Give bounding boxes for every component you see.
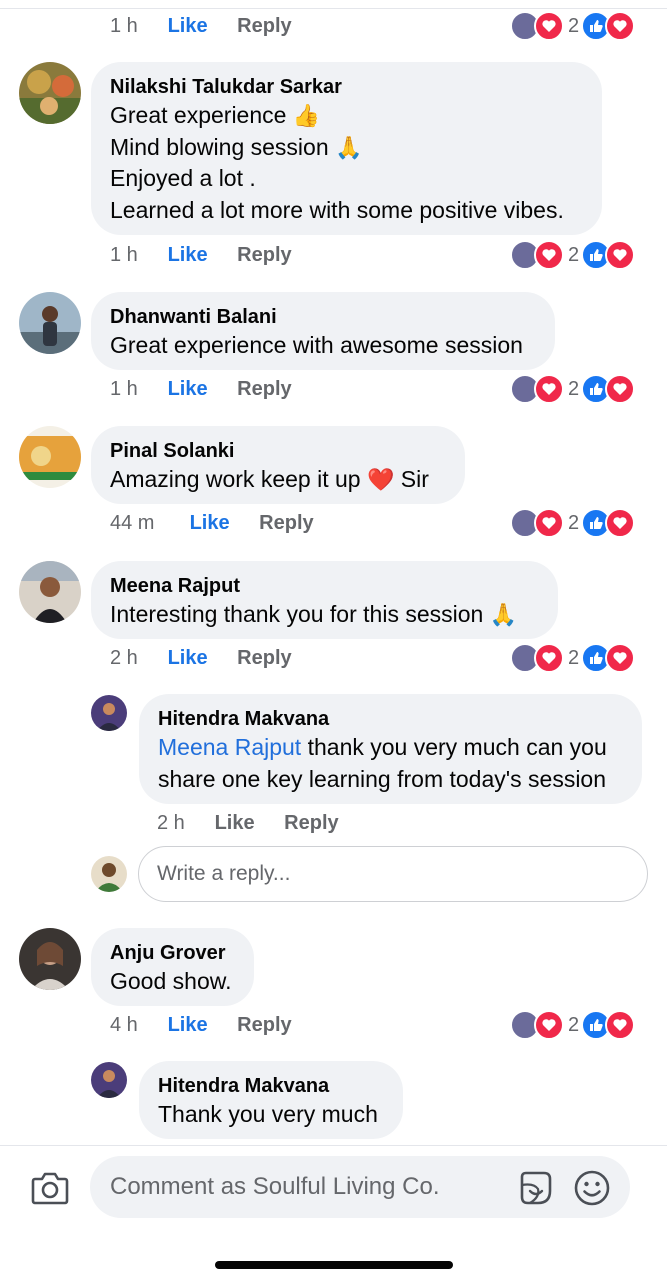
reply-bubble: Hitendra Makvana Thank you very much xyxy=(139,1061,403,1139)
comment-meta: 4 h Like Reply xyxy=(110,1013,292,1037)
commenter-name[interactable]: Anju Grover xyxy=(110,940,234,966)
commenter-name[interactable]: Hitendra Makvana xyxy=(158,1073,383,1099)
comment-meta: 44 m Like Reply xyxy=(110,511,314,535)
camera-icon[interactable] xyxy=(30,1170,70,1206)
comment-bubble: Meena Rajput Interesting thank you for t… xyxy=(91,561,558,639)
reply-link[interactable]: Reply xyxy=(237,646,291,670)
reaction-count: 2 xyxy=(568,14,580,37)
avatar[interactable] xyxy=(91,695,127,731)
love-reaction-icon xyxy=(534,1010,564,1040)
love-reaction-icon xyxy=(605,508,636,538)
comment-time: 1 h xyxy=(110,15,138,37)
red-heart-emoji: ❤️ xyxy=(366,467,395,492)
comment-bubble: Anju Grover Good show. xyxy=(91,928,254,1006)
love-reaction-icon xyxy=(534,508,564,538)
comment-meta: 1 h Like Reply xyxy=(110,14,292,38)
reply-bubble: Hitendra Makvana Meena Rajput thank you … xyxy=(139,694,642,804)
comment-text: Good show. xyxy=(110,968,232,994)
reaction-summary[interactable]: 2 xyxy=(510,240,636,270)
comment-text: Great experience with awesome session xyxy=(110,332,523,358)
reply-link[interactable]: Reply xyxy=(284,811,338,835)
love-reaction-icon xyxy=(605,11,636,41)
comment-text: Interesting thank you for this session 🙏 xyxy=(110,601,518,627)
sticker-icon[interactable] xyxy=(516,1169,556,1207)
like-link[interactable]: Like xyxy=(190,511,230,535)
reply-link[interactable]: Reply xyxy=(237,377,291,401)
comment-meta: 1 h Like Reply xyxy=(110,243,292,267)
reaction-count: 2 xyxy=(568,511,580,534)
avatar[interactable] xyxy=(91,1062,127,1098)
reaction-count: 2 xyxy=(568,377,580,400)
love-reaction-icon xyxy=(605,643,636,673)
comment-time: 2 h xyxy=(110,647,138,669)
commenter-name[interactable]: Pinal Solanki xyxy=(110,438,445,464)
comment-time: 44 m xyxy=(110,512,155,534)
like-link[interactable]: Like xyxy=(168,646,208,670)
reply-link[interactable]: Reply xyxy=(259,511,313,535)
comment-text: Enjoyed a lot . xyxy=(110,165,256,191)
comment-bubble: Dhanwanti Balani Great experience with a… xyxy=(91,292,555,370)
love-reaction-icon xyxy=(534,643,564,673)
love-reaction-icon xyxy=(534,240,564,270)
love-reaction-icon xyxy=(605,1010,636,1040)
reaction-summary[interactable]: 2 xyxy=(510,643,636,673)
avatar xyxy=(91,856,127,892)
like-link[interactable]: Like xyxy=(215,811,255,835)
reply-link[interactable]: Reply xyxy=(237,14,291,38)
folded-hands-emoji: 🙏 xyxy=(489,602,518,627)
reply-link[interactable]: Reply xyxy=(237,243,291,267)
reaction-count: 2 xyxy=(568,243,580,266)
avatar[interactable] xyxy=(19,426,81,488)
avatar[interactable] xyxy=(19,561,81,623)
comment-bubble: Pinal Solanki Amazing work keep it up ❤️… xyxy=(91,426,465,504)
commenter-name[interactable]: Meena Rajput xyxy=(110,573,538,599)
like-link[interactable]: Like xyxy=(168,1013,208,1037)
reply-input[interactable]: Write a reply... xyxy=(138,846,648,902)
comment-meta: 2 h Like Reply xyxy=(110,646,292,670)
reply-text: share one key learning from today's sess… xyxy=(158,765,607,792)
comment-meta: 1 h Like Reply xyxy=(110,377,292,401)
smiley-icon[interactable] xyxy=(573,1169,611,1207)
love-reaction-icon xyxy=(534,11,564,41)
comment-time: 4 h xyxy=(110,1014,138,1036)
reaction-summary[interactable]: 2 xyxy=(510,374,636,404)
love-reaction-icon xyxy=(605,374,636,404)
reply-link[interactable]: Reply xyxy=(237,1013,291,1037)
commenter-name[interactable]: Nilakshi Talukdar Sarkar xyxy=(110,74,582,100)
like-link[interactable]: Like xyxy=(168,377,208,401)
avatar[interactable] xyxy=(19,928,81,990)
comment-text: Amazing work keep it up ❤️ Sir xyxy=(110,466,429,492)
reply-meta: 2 h Like Reply xyxy=(157,811,339,835)
avatar[interactable] xyxy=(19,292,81,354)
reaction-count: 2 xyxy=(568,1013,580,1036)
comment-text: Great experience 👍 xyxy=(110,102,321,128)
top-divider xyxy=(0,8,667,9)
like-link[interactable]: Like xyxy=(168,14,208,38)
comment-text: Learned a lot more with some positive vi… xyxy=(110,196,564,223)
commenter-name[interactable]: Dhanwanti Balani xyxy=(110,304,535,330)
like-link[interactable]: Like xyxy=(168,243,208,267)
love-reaction-icon xyxy=(534,374,564,404)
comment-time: 1 h xyxy=(110,378,138,400)
reaction-count: 2 xyxy=(568,646,580,669)
comment-text: Mind blowing session 🙏 xyxy=(110,133,363,160)
reaction-summary[interactable]: 2 xyxy=(510,1010,636,1040)
reply-text: Meena Rajput thank you very much can you xyxy=(158,734,607,760)
folded-hands-emoji: 🙏 xyxy=(335,134,363,160)
avatar[interactable] xyxy=(19,62,81,124)
commenter-name[interactable]: Hitendra Makvana xyxy=(158,706,622,732)
thumbs-up-emoji: 👍 xyxy=(292,103,321,128)
comment-time: 1 h xyxy=(110,244,138,266)
reaction-summary[interactable]: 2 xyxy=(510,11,636,41)
reply-text: Thank you very much xyxy=(158,1101,378,1127)
reply-time: 2 h xyxy=(157,812,185,834)
home-indicator xyxy=(215,1261,453,1269)
comment-bubble: Nilakshi Talukdar Sarkar Great experienc… xyxy=(91,62,602,235)
mention-link[interactable]: Meena Rajput xyxy=(158,734,301,760)
reaction-summary[interactable]: 2 xyxy=(510,508,636,538)
love-reaction-icon xyxy=(605,240,636,270)
